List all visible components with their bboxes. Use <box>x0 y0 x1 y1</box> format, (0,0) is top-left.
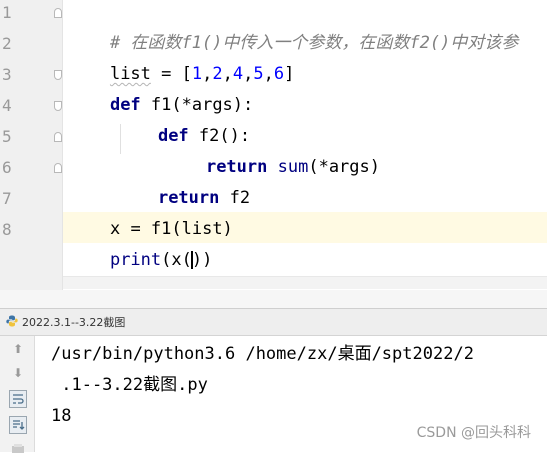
code-line-5[interactable]: return sum(*args) <box>165 121 380 177</box>
watermark: CSDN @回头科科 <box>416 425 531 441</box>
line-number-gutter: 1 2 3 4 5 6 7 8 <box>0 0 63 290</box>
print-icon[interactable] <box>9 440 27 458</box>
scroll-to-end-icon[interactable] <box>9 416 27 434</box>
soft-wrap-icon[interactable] <box>9 390 27 408</box>
code-builtin: print <box>109 250 162 270</box>
fold-marker-icon[interactable] <box>54 132 62 142</box>
code-line-6[interactable]: return f2 <box>117 152 250 208</box>
line-number: 8 <box>2 220 12 239</box>
code-token: )) <box>191 250 213 270</box>
run-tab-label: 2022.3.1--3.22截图 <box>22 316 126 329</box>
horizontal-scrollbar[interactable] <box>63 276 547 289</box>
fold-marker-icon[interactable] <box>54 101 62 111</box>
code-token: , <box>263 64 274 84</box>
code-number: 5 <box>253 64 264 84</box>
run-toolbar: ⬆ ⬇ <box>0 336 35 453</box>
console-line: /usr/bin/python3.6 /home/zx/桌面/spt2022/2 <box>51 344 474 364</box>
code-line-7[interactable]: x = f1(list) <box>69 183 233 239</box>
code-line-8[interactable]: print(x()) <box>69 214 212 270</box>
code-token: (x( <box>161 250 192 270</box>
code-line-3[interactable]: def f1(*args): <box>69 59 253 115</box>
code-editor[interactable]: 1 2 3 4 5 6 7 8 # 在函数f1()中传入一个参数，在函数f2()… <box>0 0 547 290</box>
console-line: .1--3.22截图.py <box>51 375 208 395</box>
scroll-down-icon[interactable]: ⬇ <box>9 364 27 382</box>
line-number: 4 <box>2 96 12 115</box>
fold-marker-icon[interactable] <box>54 70 62 80</box>
line-number: 7 <box>2 189 12 208</box>
line-number: 6 <box>2 158 12 177</box>
code-line-4[interactable]: def f2(): <box>117 90 250 146</box>
python-icon <box>6 315 18 327</box>
fold-marker-icon[interactable] <box>54 163 62 173</box>
console-line: 18 <box>51 406 72 426</box>
code-token: (*args) <box>308 157 380 177</box>
scroll-up-icon[interactable]: ⬆ <box>9 340 27 358</box>
line-number: 3 <box>2 65 12 84</box>
fold-marker-icon[interactable] <box>54 8 62 18</box>
code-number: 6 <box>273 64 285 84</box>
line-number: 1 <box>2 3 12 22</box>
code-token: ] <box>284 64 295 84</box>
run-tool-window-tab[interactable]: 2022.3.1--3.22截图 <box>0 308 547 336</box>
line-number: 2 <box>2 34 12 53</box>
panel-divider[interactable] <box>0 290 547 308</box>
code-line-1[interactable]: # 在函数f1()中传入一个参数，在函数f2()中对该参 <box>69 0 518 53</box>
line-number: 5 <box>2 127 12 146</box>
code-builtin: sum <box>277 157 309 177</box>
code-line-2[interactable]: list = [1,2,4,5,6] <box>69 28 294 84</box>
